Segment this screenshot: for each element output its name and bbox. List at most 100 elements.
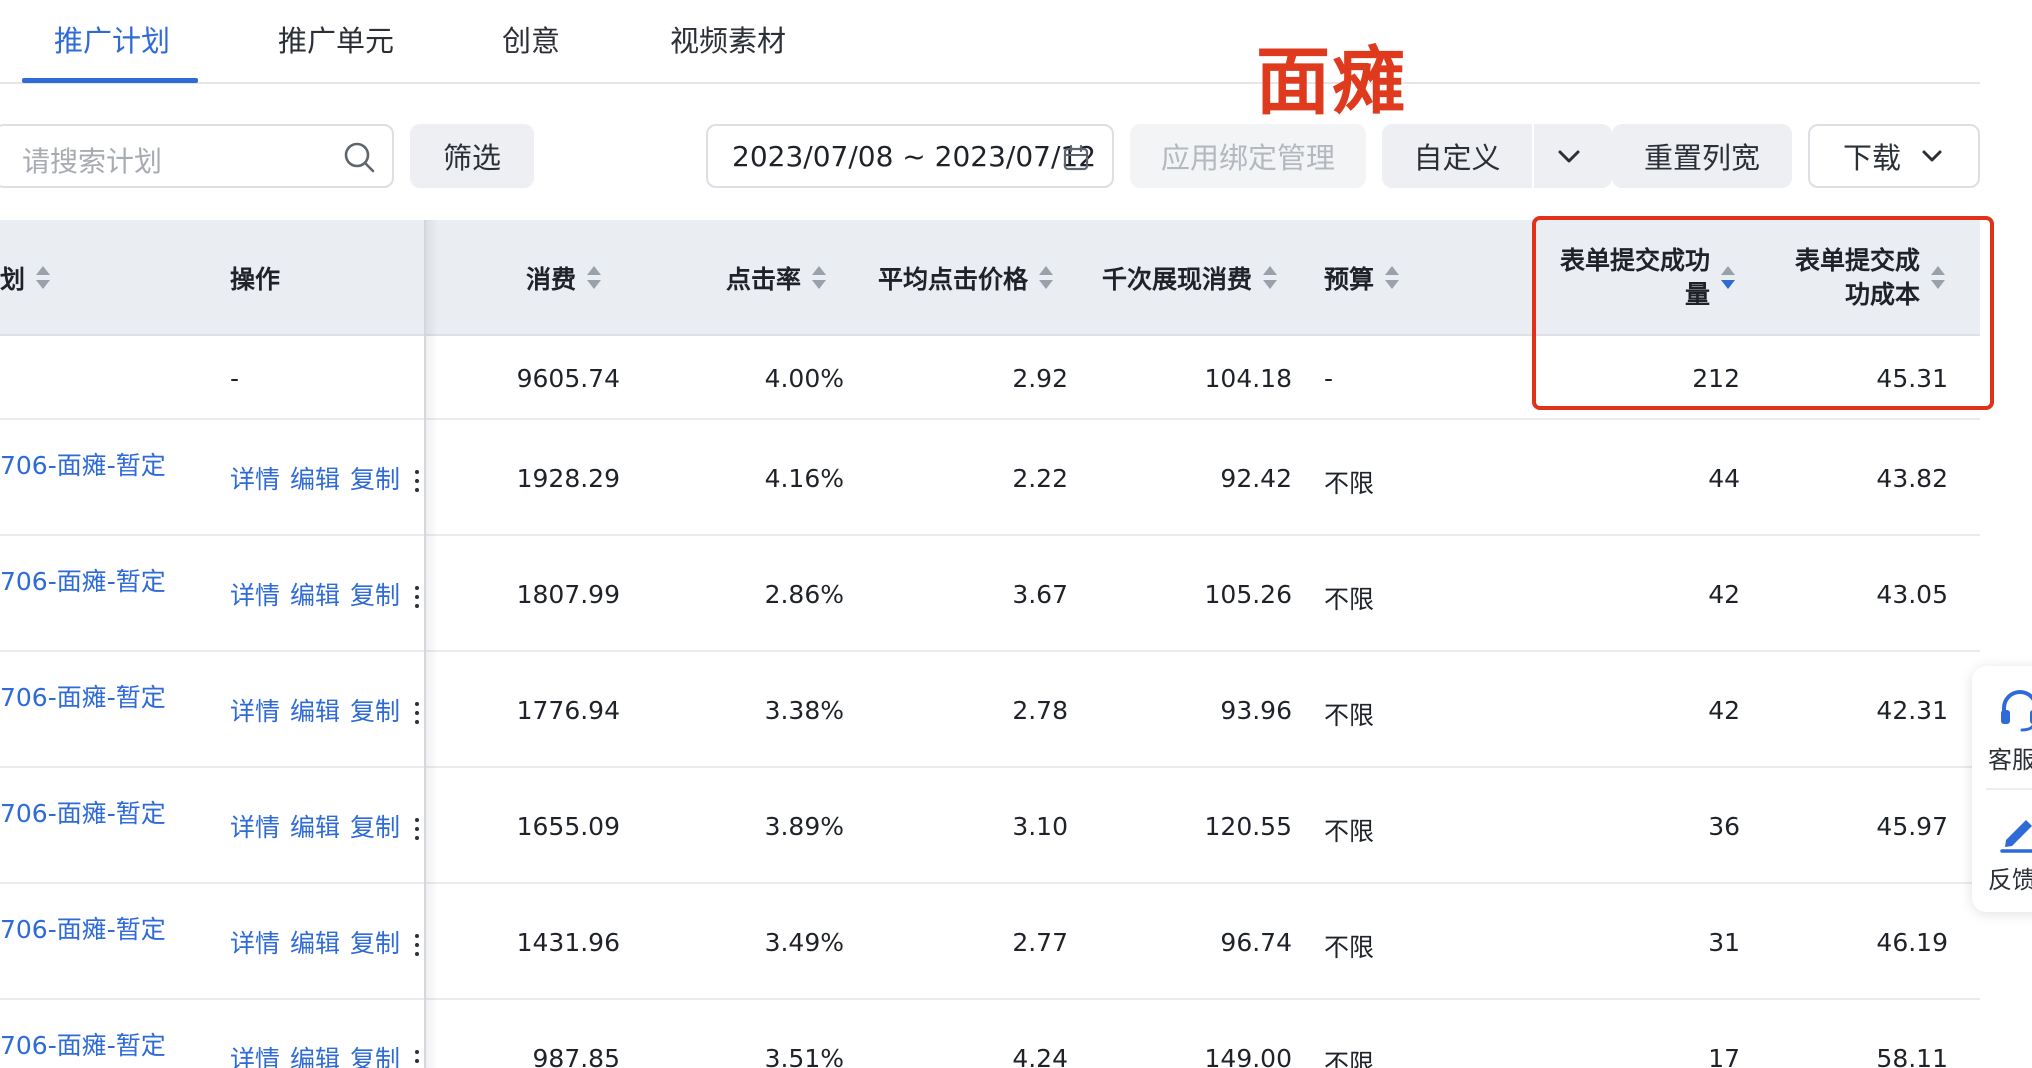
cell-cpc: 4.24 bbox=[1012, 1044, 1068, 1068]
cell-spend: 1431.96 bbox=[516, 928, 620, 957]
search-icon[interactable] bbox=[342, 140, 376, 174]
split-divider bbox=[1532, 124, 1534, 188]
detail-link[interactable]: 详情 bbox=[230, 929, 280, 958]
tab-creative[interactable]: 创意 bbox=[502, 18, 560, 78]
fixed-column-shadow bbox=[424, 220, 438, 1068]
search-input[interactable]: 请搜索计划 bbox=[0, 124, 394, 188]
sort-icon[interactable] bbox=[35, 265, 51, 291]
more-options-icon[interactable] bbox=[414, 586, 420, 608]
detail-link[interactable]: 详情 bbox=[230, 813, 280, 842]
plan-name-link[interactable]: 706-面瘫-暂定 bbox=[0, 1026, 166, 1062]
col-header-spend[interactable]: 消费 bbox=[526, 220, 602, 336]
sort-icon[interactable] bbox=[1262, 265, 1278, 291]
cell-cpm: 93.96 bbox=[1220, 696, 1292, 725]
col-header-cpc[interactable]: 平均点击价格 bbox=[878, 220, 1054, 336]
headset-icon bbox=[2001, 690, 2032, 732]
col-header-ctr[interactable]: 点击率 bbox=[726, 220, 827, 336]
cell-spend: 987.85 bbox=[532, 1044, 620, 1068]
cell-form-count: 31 bbox=[1708, 928, 1740, 957]
copy-link[interactable]: 复制 bbox=[350, 697, 400, 726]
custom-columns-split-button: 自定义 bbox=[1382, 124, 1612, 188]
col-header-budget[interactable]: 预算 bbox=[1324, 220, 1400, 336]
edit-link[interactable]: 编辑 bbox=[290, 929, 340, 958]
sort-icon[interactable] bbox=[586, 265, 602, 291]
edit-link[interactable]: 编辑 bbox=[290, 581, 340, 610]
calendar-icon bbox=[1063, 144, 1089, 171]
row-actions: 详情 编辑 复制 bbox=[230, 1040, 420, 1068]
more-options-icon[interactable] bbox=[414, 470, 420, 492]
edit-link[interactable]: 编辑 bbox=[290, 697, 340, 726]
total-cpc: 2.92 bbox=[1012, 364, 1068, 393]
cell-cpm: 149.00 bbox=[1204, 1044, 1292, 1068]
floating-service-panel: 客服 反馈 bbox=[1972, 666, 2032, 912]
plan-name-link[interactable]: 706-面瘫-暂定 bbox=[0, 794, 166, 830]
feedback-button[interactable]: 反馈 bbox=[1988, 806, 2032, 896]
cell-cpc: 2.77 bbox=[1012, 928, 1068, 957]
cell-form-cost: 42.31 bbox=[1876, 696, 1948, 725]
sort-icon[interactable] bbox=[1038, 265, 1054, 291]
cell-cpc: 2.22 bbox=[1012, 464, 1068, 493]
plan-name-link[interactable]: 706-面瘫-暂定 bbox=[0, 446, 166, 482]
sort-icon[interactable] bbox=[1720, 265, 1736, 291]
filter-button[interactable]: 筛选 bbox=[410, 124, 534, 188]
col-header-op: 操作 bbox=[230, 265, 281, 294]
col-header-cpm[interactable]: 千次展现消费 bbox=[1102, 220, 1278, 336]
custom-columns-button[interactable]: 自定义 bbox=[1382, 124, 1532, 188]
cell-form-count: 44 bbox=[1708, 464, 1740, 493]
cell-cpc: 2.78 bbox=[1012, 696, 1068, 725]
total-op: - bbox=[230, 364, 240, 393]
copy-link[interactable]: 复制 bbox=[350, 1045, 400, 1068]
plan-name-link[interactable]: 706-面瘫-暂定 bbox=[0, 562, 166, 598]
cell-ctr: 3.89% bbox=[764, 812, 844, 841]
table-row: 706-面瘫-暂定 详情 编辑 复制 1431.96 3.49% 2.77 96.7… bbox=[0, 884, 1980, 1000]
total-spend: 9605.74 bbox=[516, 364, 620, 393]
tab-video-material[interactable]: 视频素材 bbox=[670, 18, 786, 78]
chevron-down-icon[interactable] bbox=[1554, 142, 1584, 170]
copy-link[interactable]: 复制 bbox=[350, 929, 400, 958]
more-options-icon[interactable] bbox=[414, 818, 420, 840]
more-options-icon[interactable] bbox=[414, 1050, 420, 1068]
cell-form-cost: 58.11 bbox=[1876, 1044, 1948, 1068]
cell-ctr: 3.51% bbox=[764, 1044, 844, 1068]
sort-icon[interactable] bbox=[811, 265, 827, 291]
plan-name-link[interactable]: 706-面瘫-暂定 bbox=[0, 910, 166, 946]
tab-promotion-unit[interactable]: 推广单元 bbox=[278, 18, 394, 78]
edit-link[interactable]: 编辑 bbox=[290, 465, 340, 494]
customer-service-button[interactable]: 客服 bbox=[1988, 686, 2032, 776]
detail-link[interactable]: 详情 bbox=[230, 465, 280, 494]
edit-link[interactable]: 编辑 bbox=[290, 1045, 340, 1068]
sort-icon[interactable] bbox=[1930, 265, 1946, 291]
edit-link[interactable]: 编辑 bbox=[290, 813, 340, 842]
row-actions: 详情 编辑 复制 bbox=[230, 692, 420, 728]
cell-spend: 1807.99 bbox=[516, 580, 620, 609]
cell-ctr: 4.16% bbox=[764, 464, 844, 493]
cell-cpm: 120.55 bbox=[1204, 812, 1292, 841]
cell-ctr: 3.38% bbox=[764, 696, 844, 725]
table-total-row: - 9605.74 4.00% 2.92 104.18 - 212 45.31 bbox=[0, 336, 1980, 420]
cell-budget: 不限 bbox=[1324, 933, 1375, 962]
copy-link[interactable]: 复制 bbox=[350, 465, 400, 494]
download-button[interactable]: 下载 bbox=[1808, 124, 1980, 188]
detail-link[interactable]: 详情 bbox=[230, 697, 280, 726]
tab-promotion-plan[interactable]: 推广计划 bbox=[54, 18, 170, 78]
copy-link[interactable]: 复制 bbox=[350, 813, 400, 842]
cell-cpc: 3.10 bbox=[1012, 812, 1068, 841]
table-header: 划 操作 消费 点击率 平均点击价格 千次展现消费 预算 表单提交成功量 表单提… bbox=[0, 220, 1980, 336]
date-range-picker[interactable]: 2023/07/08 ~ 2023/07/12 bbox=[706, 124, 1114, 188]
more-options-icon[interactable] bbox=[414, 934, 420, 956]
tab-bar: 推广计划 推广单元 创意 视频素材 bbox=[0, 0, 1980, 84]
detail-link[interactable]: 详情 bbox=[230, 1045, 280, 1068]
app-binding-button[interactable]: 应用绑定管理 bbox=[1130, 124, 1366, 188]
sort-icon[interactable] bbox=[1384, 265, 1400, 291]
more-options-icon[interactable] bbox=[414, 702, 420, 724]
plan-name-link[interactable]: 706-面瘫-暂定 bbox=[0, 678, 166, 714]
detail-link[interactable]: 详情 bbox=[230, 581, 280, 610]
copy-link[interactable]: 复制 bbox=[350, 581, 400, 610]
col-header-plan[interactable]: 划 bbox=[0, 220, 51, 336]
plan-table: 划 操作 消费 点击率 平均点击价格 千次展现消费 预算 表单提交成功量 表单提… bbox=[0, 220, 1980, 1068]
col-header-form-count[interactable]: 表单提交成功量 bbox=[1546, 220, 1736, 336]
edit-pen-icon bbox=[2000, 820, 2032, 853]
col-header-form-cost[interactable]: 表单提交成功成本 bbox=[1770, 220, 1946, 336]
table-row: 706-面瘫-暂定 详情 编辑 复制 1776.94 3.38% 2.78 93.9… bbox=[0, 652, 1980, 768]
reset-column-width-button[interactable]: 重置列宽 bbox=[1612, 124, 1792, 188]
